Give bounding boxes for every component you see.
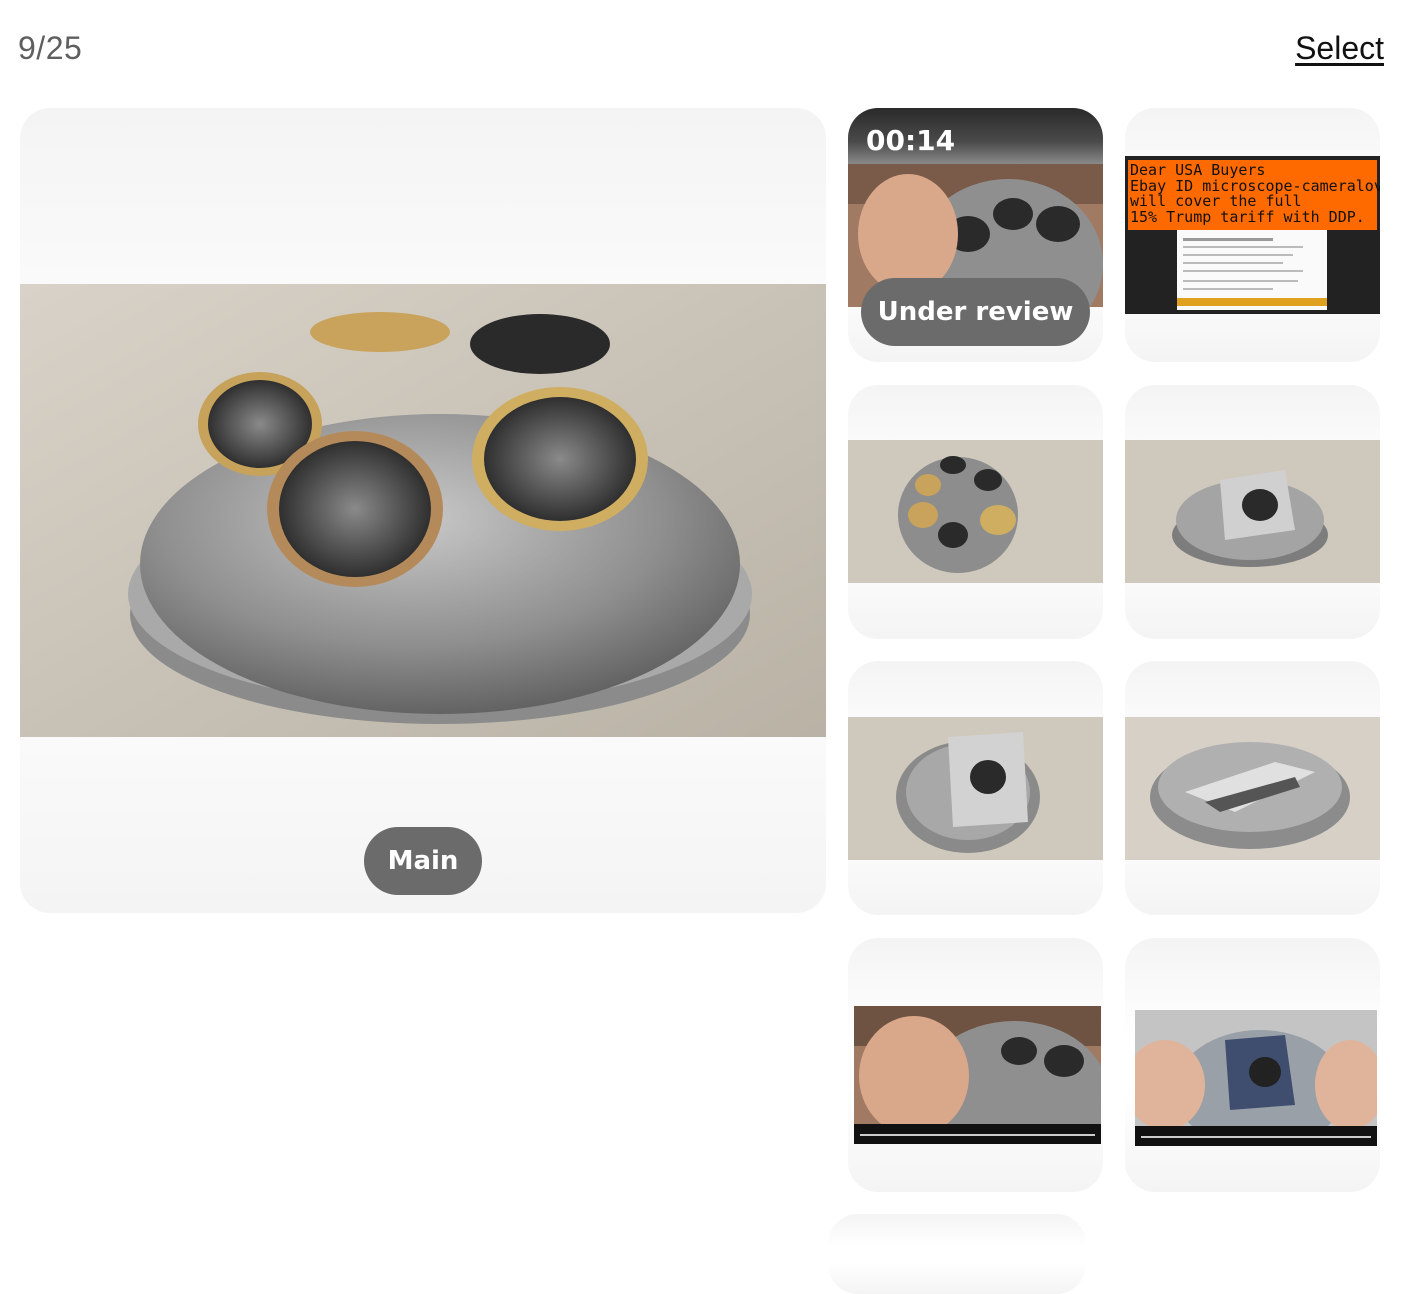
- notice-image: Dear USA Buyers Ebay ID microscope-camer…: [1125, 156, 1380, 314]
- photo-thumbnail: [1125, 717, 1380, 860]
- main-photo: [20, 284, 826, 737]
- photo-thumbnail-tile[interactable]: [848, 661, 1103, 915]
- video-frame-thumbnail-tile[interactable]: [1125, 938, 1380, 1192]
- photo-thumbnail: [1125, 440, 1380, 583]
- photo-thumbnail: [848, 717, 1103, 860]
- photo-counter: 9/25: [18, 30, 83, 66]
- under-review-badge: Under review: [861, 278, 1090, 346]
- video-frame-thumbnail: [854, 1006, 1101, 1144]
- photo-thumbnail-tile[interactable]: [828, 1214, 1086, 1294]
- notice-thumbnail-tile[interactable]: Dear USA Buyers Ebay ID microscope-camer…: [1125, 108, 1380, 362]
- video-thumbnail-tile[interactable]: 00:14 Under review: [848, 108, 1103, 362]
- video-frame-thumbnail-tile[interactable]: [848, 938, 1103, 1192]
- photo-thumbnail-tile[interactable]: [848, 385, 1103, 639]
- notice-text: Dear USA Buyers Ebay ID microscope-camer…: [1130, 162, 1380, 226]
- notice-line: 15% Trump tariff with DDP.: [1130, 207, 1365, 226]
- video-frame-thumbnail: [1135, 1010, 1377, 1146]
- select-button[interactable]: Select: [1295, 30, 1384, 67]
- notice-page-preview: [1177, 230, 1327, 310]
- photo-thumbnail: [848, 440, 1103, 583]
- photo-thumbnail-tile[interactable]: [1125, 385, 1380, 639]
- main-badge: Main: [364, 827, 482, 895]
- video-duration: 00:14: [866, 124, 956, 157]
- main-photo-tile[interactable]: Main: [20, 108, 826, 913]
- photo-thumbnail-tile[interactable]: [1125, 661, 1380, 915]
